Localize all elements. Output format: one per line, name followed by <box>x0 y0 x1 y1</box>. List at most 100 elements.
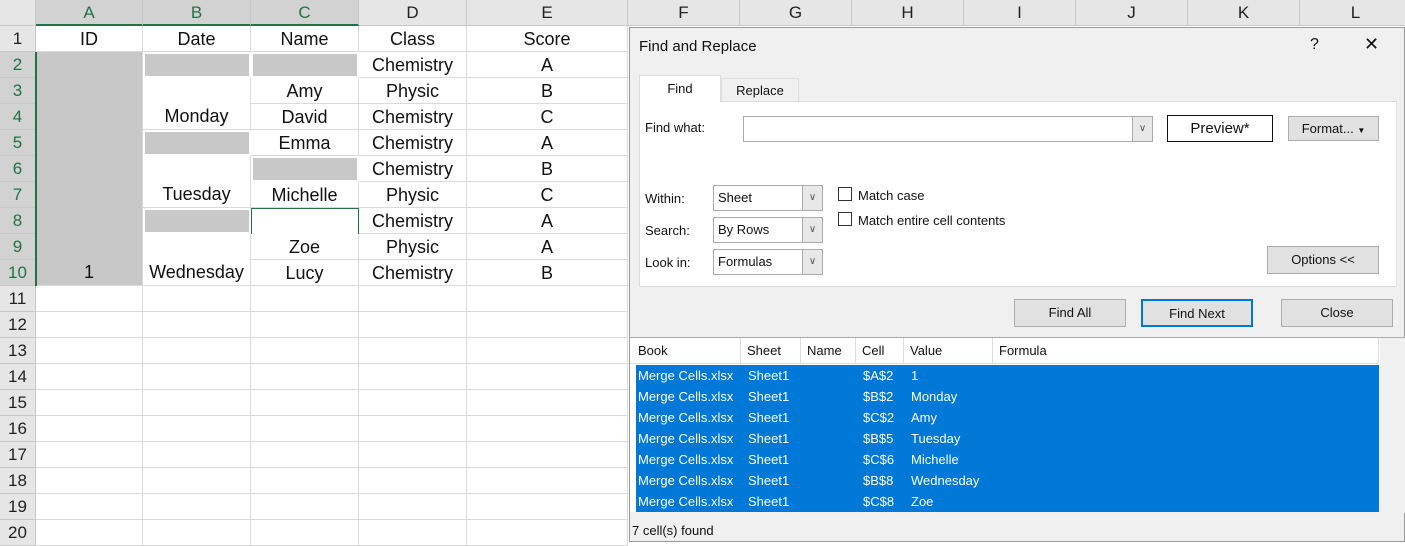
cell[interactable] <box>143 442 251 468</box>
cell[interactable] <box>143 468 251 494</box>
score-cell[interactable]: A <box>467 208 628 234</box>
cell[interactable] <box>143 338 251 364</box>
cell[interactable] <box>36 338 143 364</box>
column-header-E[interactable]: E <box>467 0 628 26</box>
column-header-I[interactable]: I <box>964 0 1076 26</box>
cell[interactable] <box>251 338 359 364</box>
col-cell[interactable]: Cell <box>856 338 904 364</box>
cell[interactable] <box>467 338 628 364</box>
cell[interactable] <box>143 416 251 442</box>
options-button[interactable]: Options << <box>1267 246 1379 274</box>
column-header-K[interactable]: K <box>1188 0 1300 26</box>
column-header-D[interactable]: D <box>359 0 467 26</box>
scrollbar[interactable] <box>1380 338 1405 513</box>
class-cell[interactable]: Physic <box>359 78 467 104</box>
header-cell[interactable]: Class <box>359 26 467 52</box>
column-header-L[interactable]: L <box>1300 0 1405 26</box>
cell[interactable] <box>36 468 143 494</box>
score-cell[interactable]: A <box>467 130 628 156</box>
cell[interactable] <box>143 520 251 546</box>
header-cell[interactable]: Score <box>467 26 628 52</box>
row-header-10[interactable]: 10 <box>0 260 36 286</box>
column-header-F[interactable]: F <box>628 0 740 26</box>
cell[interactable] <box>143 390 251 416</box>
blank-cell[interactable] <box>251 156 359 182</box>
cell[interactable] <box>143 312 251 338</box>
result-row[interactable]: Merge Cells.xlsx Sheet1 $C$6 Michelle <box>636 449 1379 470</box>
cell[interactable] <box>359 312 467 338</box>
header-cell[interactable]: Name <box>251 26 359 52</box>
cell[interactable] <box>359 416 467 442</box>
cell[interactable] <box>359 520 467 546</box>
format-button[interactable]: Format... ▼ <box>1288 116 1379 141</box>
date-cell[interactable]: Tuesday <box>143 156 251 208</box>
match-entire-checkbox[interactable] <box>838 212 852 226</box>
col-formula[interactable]: Formula <box>993 338 1379 364</box>
blank-cell[interactable] <box>143 208 251 234</box>
cell[interactable] <box>251 520 359 546</box>
find-next-button[interactable]: Find Next <box>1141 299 1253 327</box>
cell[interactable] <box>143 494 251 520</box>
tab-replace[interactable]: Replace <box>721 78 799 102</box>
cell[interactable] <box>143 286 251 312</box>
score-cell[interactable]: B <box>467 156 628 182</box>
cell[interactable] <box>251 286 359 312</box>
blank-cell[interactable] <box>251 52 359 78</box>
row-header-16[interactable]: 16 <box>0 416 36 442</box>
class-cell[interactable]: Chemistry <box>359 156 467 182</box>
row-header-15[interactable]: 15 <box>0 390 36 416</box>
cell[interactable] <box>36 390 143 416</box>
score-cell[interactable]: B <box>467 260 628 286</box>
row-header-2[interactable]: 2 <box>0 52 36 78</box>
column-header-G[interactable]: G <box>740 0 852 26</box>
cell[interactable] <box>359 390 467 416</box>
cell[interactable] <box>251 442 359 468</box>
cell[interactable] <box>36 520 143 546</box>
row-header-20[interactable]: 20 <box>0 520 36 546</box>
date-cell[interactable]: Wednesday <box>143 234 251 286</box>
class-cell[interactable]: Chemistry <box>359 208 467 234</box>
result-row[interactable]: Merge Cells.xlsx Sheet1 $B$8 Wednesday <box>636 470 1379 491</box>
class-cell[interactable]: Physic <box>359 234 467 260</box>
cell[interactable] <box>251 494 359 520</box>
close-button[interactable]: Close <box>1281 299 1393 327</box>
row-header-12[interactable]: 12 <box>0 312 36 338</box>
cell[interactable] <box>359 286 467 312</box>
class-cell[interactable]: Chemistry <box>359 104 467 130</box>
cell[interactable] <box>359 364 467 390</box>
col-sheet[interactable]: Sheet <box>741 338 801 364</box>
chevron-down-icon[interactable]: ∨ <box>1132 117 1152 141</box>
cell[interactable] <box>467 468 628 494</box>
header-cell[interactable]: ID <box>36 26 143 52</box>
score-cell[interactable]: A <box>467 52 628 78</box>
cell[interactable] <box>467 286 628 312</box>
match-case-checkbox[interactable] <box>838 187 852 201</box>
blank-cell[interactable] <box>143 130 251 156</box>
select-all-corner[interactable] <box>0 0 36 26</box>
name-cell[interactable]: Amy <box>251 78 359 104</box>
column-header-B[interactable]: B <box>143 0 251 26</box>
row-header-9[interactable]: 9 <box>0 234 36 260</box>
cell[interactable] <box>36 286 143 312</box>
close-icon[interactable]: ✕ <box>1364 34 1379 55</box>
cell[interactable] <box>36 364 143 390</box>
cell[interactable] <box>36 494 143 520</box>
find-what-input[interactable]: ∨ <box>743 116 1153 142</box>
row-header-11[interactable]: 11 <box>0 286 36 312</box>
result-row[interactable]: Merge Cells.xlsx Sheet1 $C$8 Zoe <box>636 491 1379 512</box>
within-select[interactable]: Sheet ∨ <box>713 185 823 211</box>
active-cell[interactable] <box>251 208 359 234</box>
row-header-18[interactable]: 18 <box>0 468 36 494</box>
class-cell[interactable]: Physic <box>359 182 467 208</box>
cell[interactable] <box>251 364 359 390</box>
row-header-7[interactable]: 7 <box>0 182 36 208</box>
results-list[interactable]: Book Sheet Name Cell Value Formula Merge… <box>630 337 1405 513</box>
class-cell[interactable]: Chemistry <box>359 52 467 78</box>
cell[interactable] <box>467 364 628 390</box>
result-row[interactable]: Merge Cells.xlsx Sheet1 $B$5 Tuesday <box>636 428 1379 449</box>
name-cell[interactable]: Michelle <box>251 182 359 208</box>
col-name[interactable]: Name <box>801 338 856 364</box>
cell[interactable] <box>36 416 143 442</box>
result-row[interactable]: Merge Cells.xlsx Sheet1 $A$2 1 <box>636 365 1379 386</box>
cell[interactable] <box>36 442 143 468</box>
